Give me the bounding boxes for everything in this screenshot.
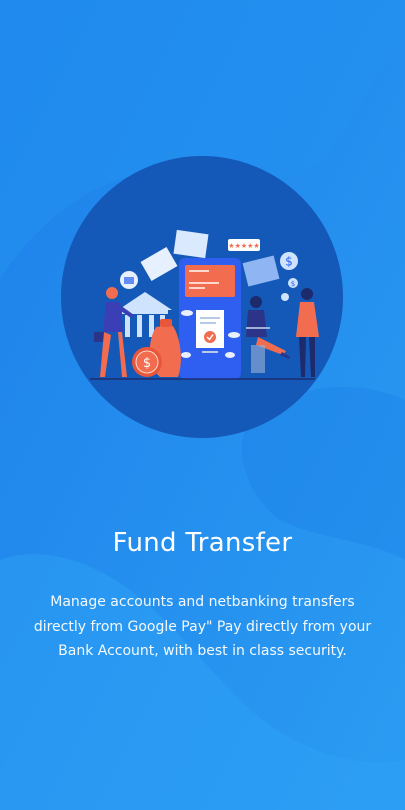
screen-description: Manage accounts and netbanking transfers… [33,594,372,659]
ground-line [90,378,315,380]
svg-text:$: $ [291,280,295,288]
bank-bubble-icon [120,271,138,289]
rating-stars: ★★★★★ [228,242,259,250]
svg-text:$: $ [285,255,293,269]
onboarding-screen: $ $ $ ★★★★★ Fund Transfer Manage account… [0,0,405,810]
fund-transfer-illustration: $ $ $ ★★★★★ [61,156,343,438]
rating-badge: ★★★★★ [228,239,260,251]
svg-text:$: $ [143,356,151,371]
phone-icon [179,258,241,379]
screen-title: Fund Transfer [112,528,293,558]
